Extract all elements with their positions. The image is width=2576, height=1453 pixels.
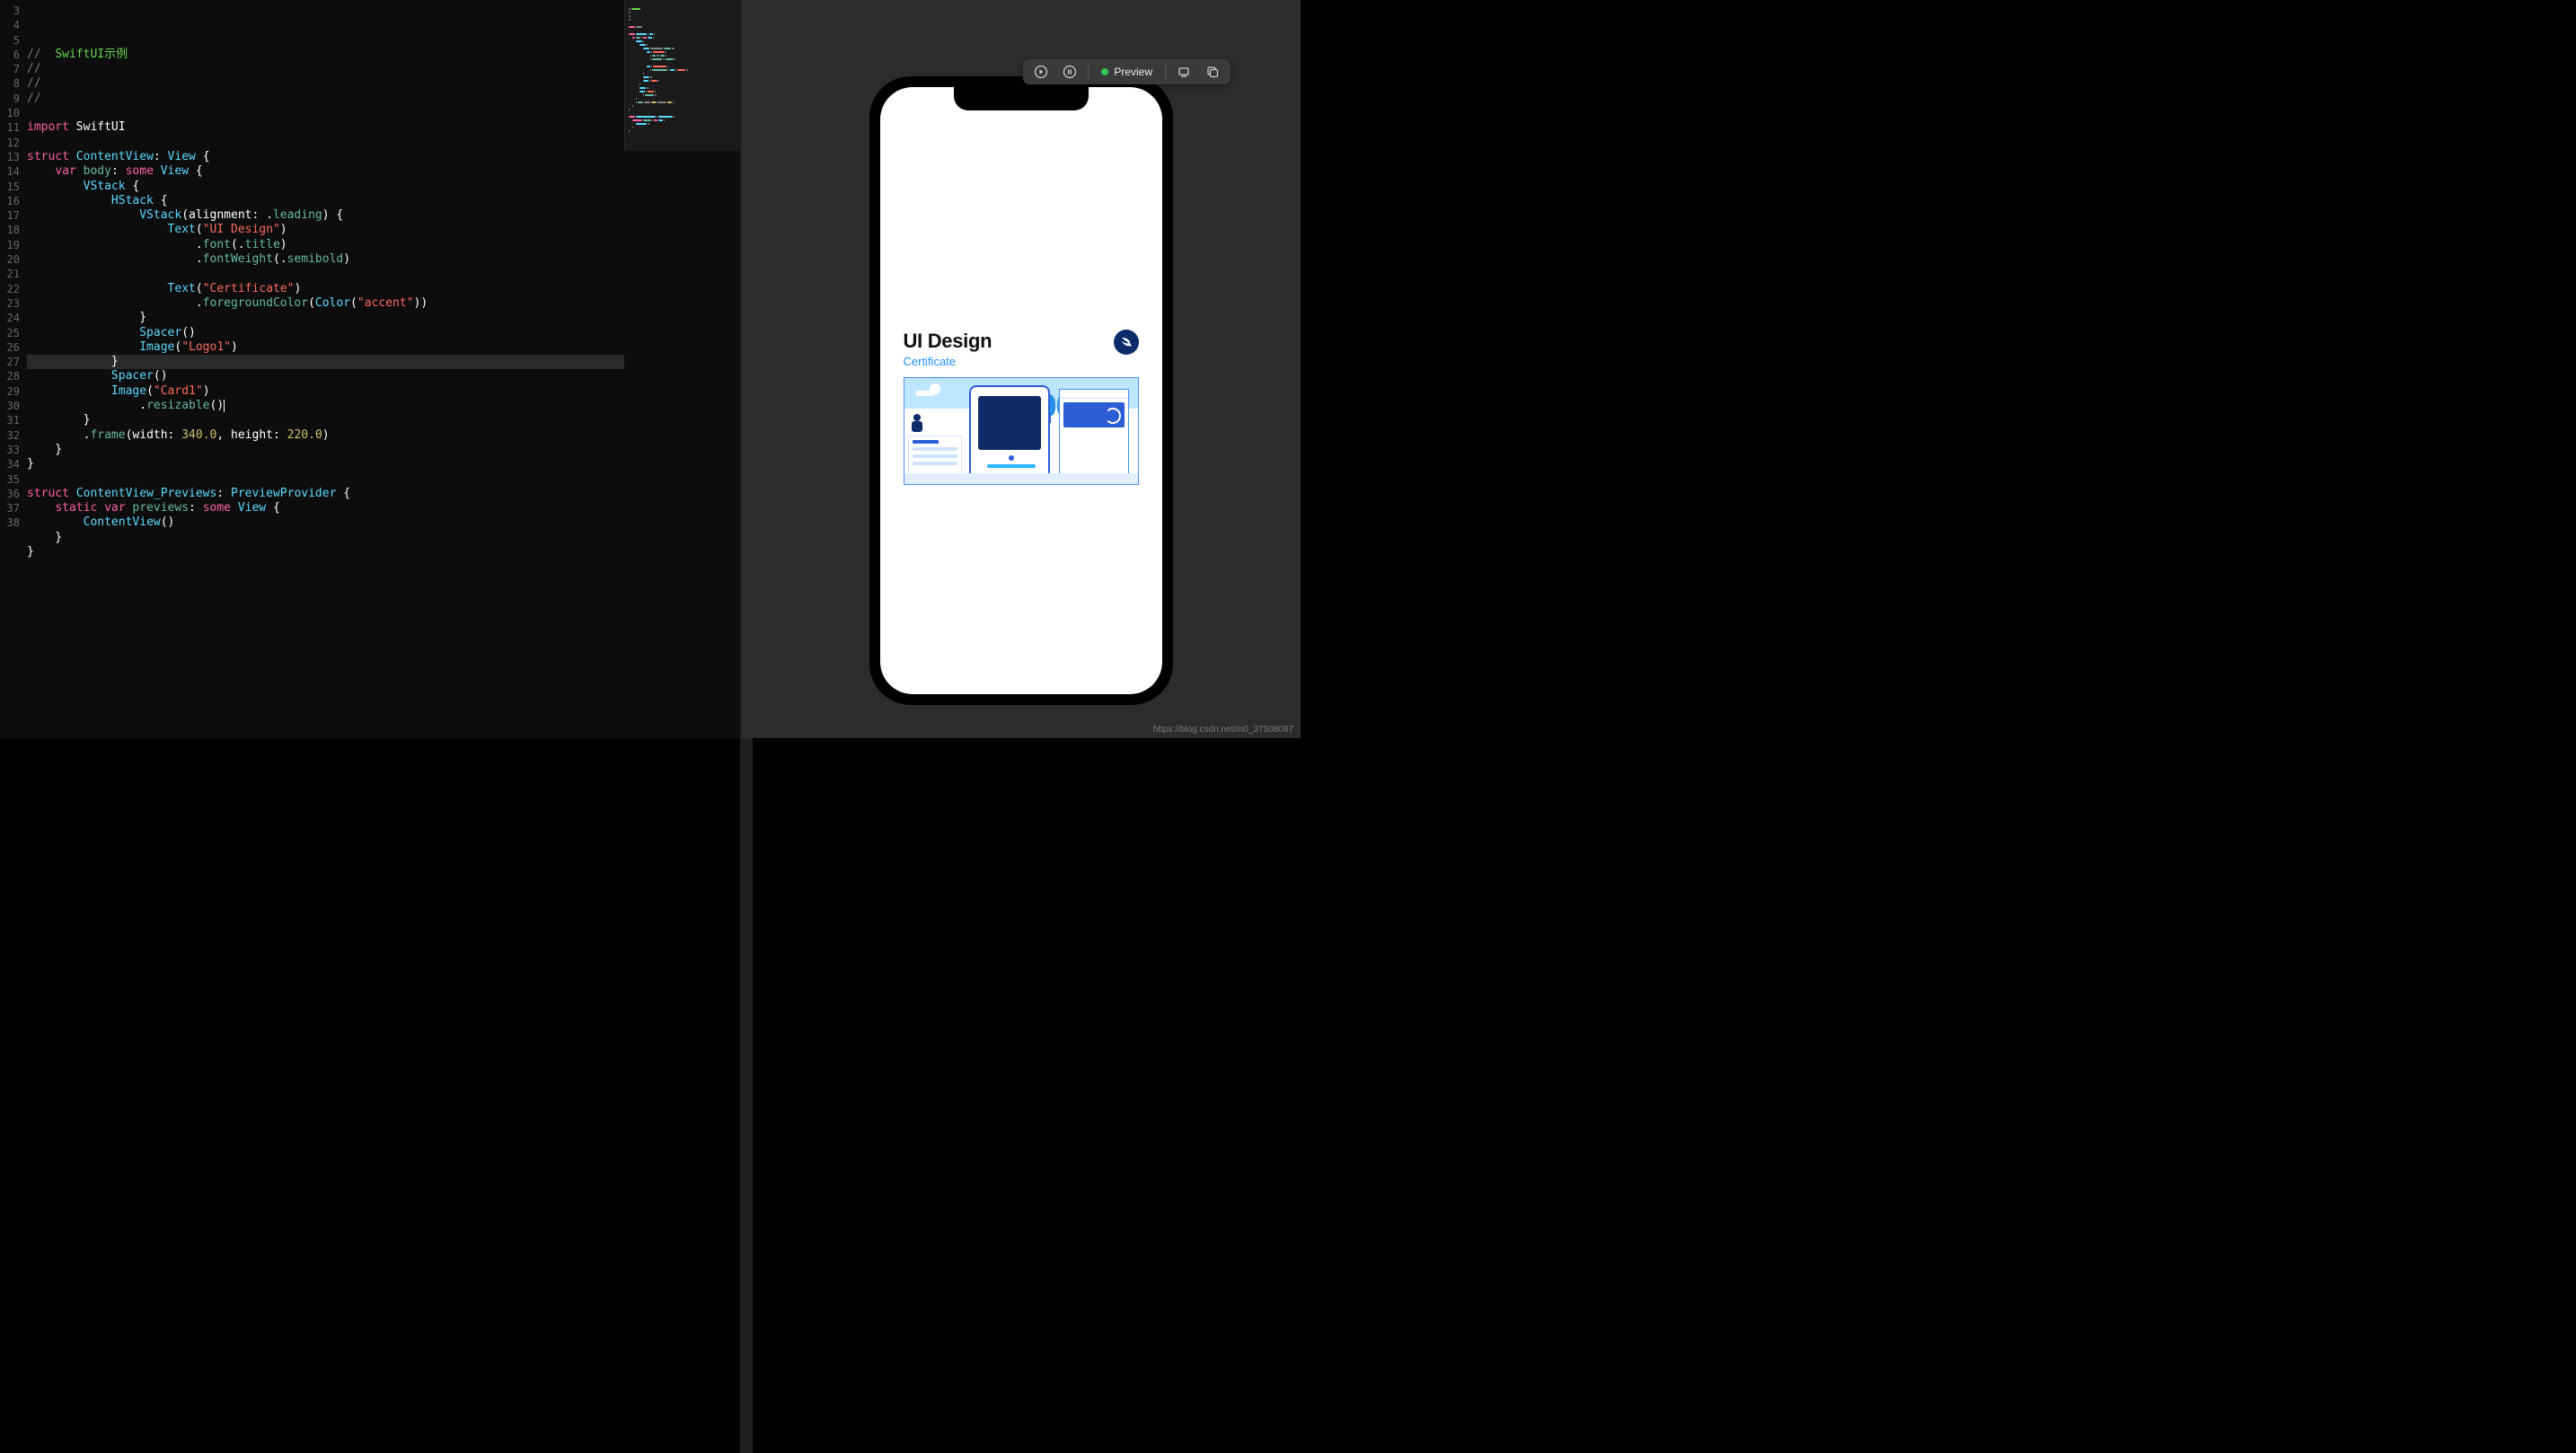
duplicate-preview-button[interactable] [1200,61,1225,83]
line-number: 24 [0,311,27,325]
device-frame: UI Design Certificate [869,76,1173,705]
code-line[interactable] [27,136,741,150]
code-line[interactable]: } [27,545,741,559]
toolbar-separator [1165,64,1166,80]
code-line[interactable]: struct ContentView: View { [27,150,741,164]
code-editor-pane[interactable]: 3456789101112131415161718192021222324252… [0,0,741,738]
code-line[interactable]: // [27,62,741,76]
preview-toolbar: Preview [1023,59,1231,84]
line-number: 26 [0,340,27,355]
line-number: 29 [0,384,27,399]
code-line[interactable]: } [27,443,741,457]
content-view-card: UI Design Certificate [904,330,1139,485]
preview-canvas-pane: Preview UI Design Certificate [741,0,1301,738]
code-line[interactable]: ContentView() [27,515,741,530]
code-line[interactable]: Text("Certificate") [27,282,741,296]
live-preview-indicator[interactable]: Preview [1094,66,1160,78]
line-number: 25 [0,326,27,340]
card-subtitle: Certificate [904,355,992,368]
line-number: 34 [0,457,27,471]
line-number: 7 [0,62,27,76]
code-line[interactable]: // [27,76,741,91]
line-number: 4 [0,18,27,32]
device-screen[interactable]: UI Design Certificate [880,87,1162,694]
line-number: 6 [0,48,27,62]
code-line[interactable]: // SwiftUI示例 [27,48,741,62]
pause-preview-button[interactable] [1057,61,1082,83]
line-number: 3 [0,4,27,18]
code-line[interactable]: .foregroundColor(Color("accent")) [27,296,741,311]
code-line[interactable]: Spacer() [27,326,741,340]
line-number: 12 [0,136,27,150]
line-number: 32 [0,428,27,443]
code-line[interactable]: HStack { [27,194,741,208]
code-line[interactable]: .frame(width: 340.0, height: 220.0) [27,428,741,443]
line-number: 22 [0,282,27,296]
line-number: 20 [0,252,27,267]
line-number: 5 [0,33,27,48]
line-number: 28 [0,369,27,383]
line-number: 11 [0,120,27,135]
line-number: 9 [0,92,27,106]
code-line[interactable]: Text("UI Design") [27,223,741,237]
device-notch [954,87,1089,110]
line-number: 30 [0,399,27,413]
line-number: 33 [0,443,27,457]
line-number: 36 [0,487,27,501]
code-line[interactable]: import SwiftUI [27,120,741,135]
toolbar-separator [1088,64,1089,80]
line-number: 17 [0,208,27,223]
line-number: 13 [0,150,27,164]
code-line[interactable]: .resizable() [27,399,741,413]
line-number: 10 [0,106,27,120]
code-area[interactable]: // SwiftUI示例//////import SwiftUIstruct C… [27,0,741,738]
line-number: 16 [0,194,27,208]
code-line[interactable]: } [27,413,741,427]
live-status-dot-icon [1101,68,1108,75]
line-number: 8 [0,76,27,91]
line-number: 27 [0,355,27,369]
code-line[interactable] [27,559,741,574]
text-cursor [224,400,225,412]
swift-logo-icon [1114,330,1139,355]
code-line[interactable]: VStack(alignment: .leading) { [27,208,741,223]
code-line[interactable]: // [27,92,741,106]
code-line[interactable]: Image("Logo1") [27,340,741,355]
code-line[interactable] [27,472,741,487]
code-line[interactable]: } [27,531,741,545]
line-number: 31 [0,413,27,427]
code-line[interactable]: } [27,311,741,325]
code-line[interactable]: VStack { [27,180,741,194]
line-number: 37 [0,501,27,515]
code-line[interactable]: static var previews: some View { [27,501,741,515]
code-line[interactable]: .font(.title) [27,238,741,252]
code-line[interactable]: } [27,457,741,471]
card-title: UI Design [904,330,992,353]
line-number: 23 [0,296,27,311]
code-line[interactable]: struct ContentView_Previews: PreviewProv… [27,487,741,501]
line-number: 35 [0,472,27,487]
line-number: 21 [0,267,27,281]
card-illustration [904,377,1139,485]
line-number: 14 [0,164,27,179]
line-number: 19 [0,238,27,252]
code-line[interactable]: Image("Card1") [27,384,741,399]
run-preview-button[interactable] [1028,61,1054,83]
line-number: 15 [0,180,27,194]
code-line[interactable]: Spacer() [27,369,741,383]
line-number: 38 [0,515,27,530]
code-line[interactable] [27,106,741,120]
device-settings-button[interactable] [1171,61,1196,83]
preview-label: Preview [1114,66,1152,78]
code-line[interactable]: } [27,355,741,369]
line-number: 18 [0,223,27,237]
watermark-text: https://blog.csdn.net/m0_37508087 [1153,725,1293,735]
code-line[interactable]: var body: some View { [27,164,741,179]
line-number-gutter: 3456789101112131415161718192021222324252… [0,0,27,738]
code-line[interactable] [27,267,741,281]
code-line[interactable]: .fontWeight(.semibold) [27,252,741,267]
